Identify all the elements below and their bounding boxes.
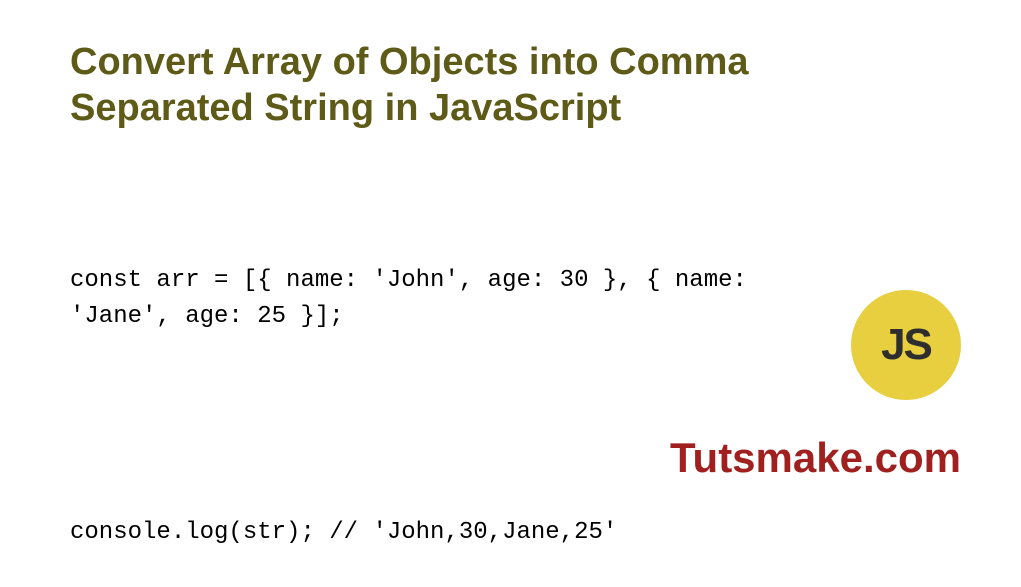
code-block: const arr = [{ name: 'John', age: 30 }, … <box>70 191 850 587</box>
code-line-2: console.log(str); // 'John,30,Jane,25' <box>70 515 850 551</box>
brand-name: Tutsmake.com <box>670 434 961 482</box>
js-badge-icon: JS <box>851 290 961 400</box>
code-line-1: const arr = [{ name: 'John', age: 30 }, … <box>70 263 850 335</box>
js-badge-label: JS <box>881 320 931 370</box>
page-title: Convert Array of Objects into Comma Sepa… <box>70 40 870 131</box>
